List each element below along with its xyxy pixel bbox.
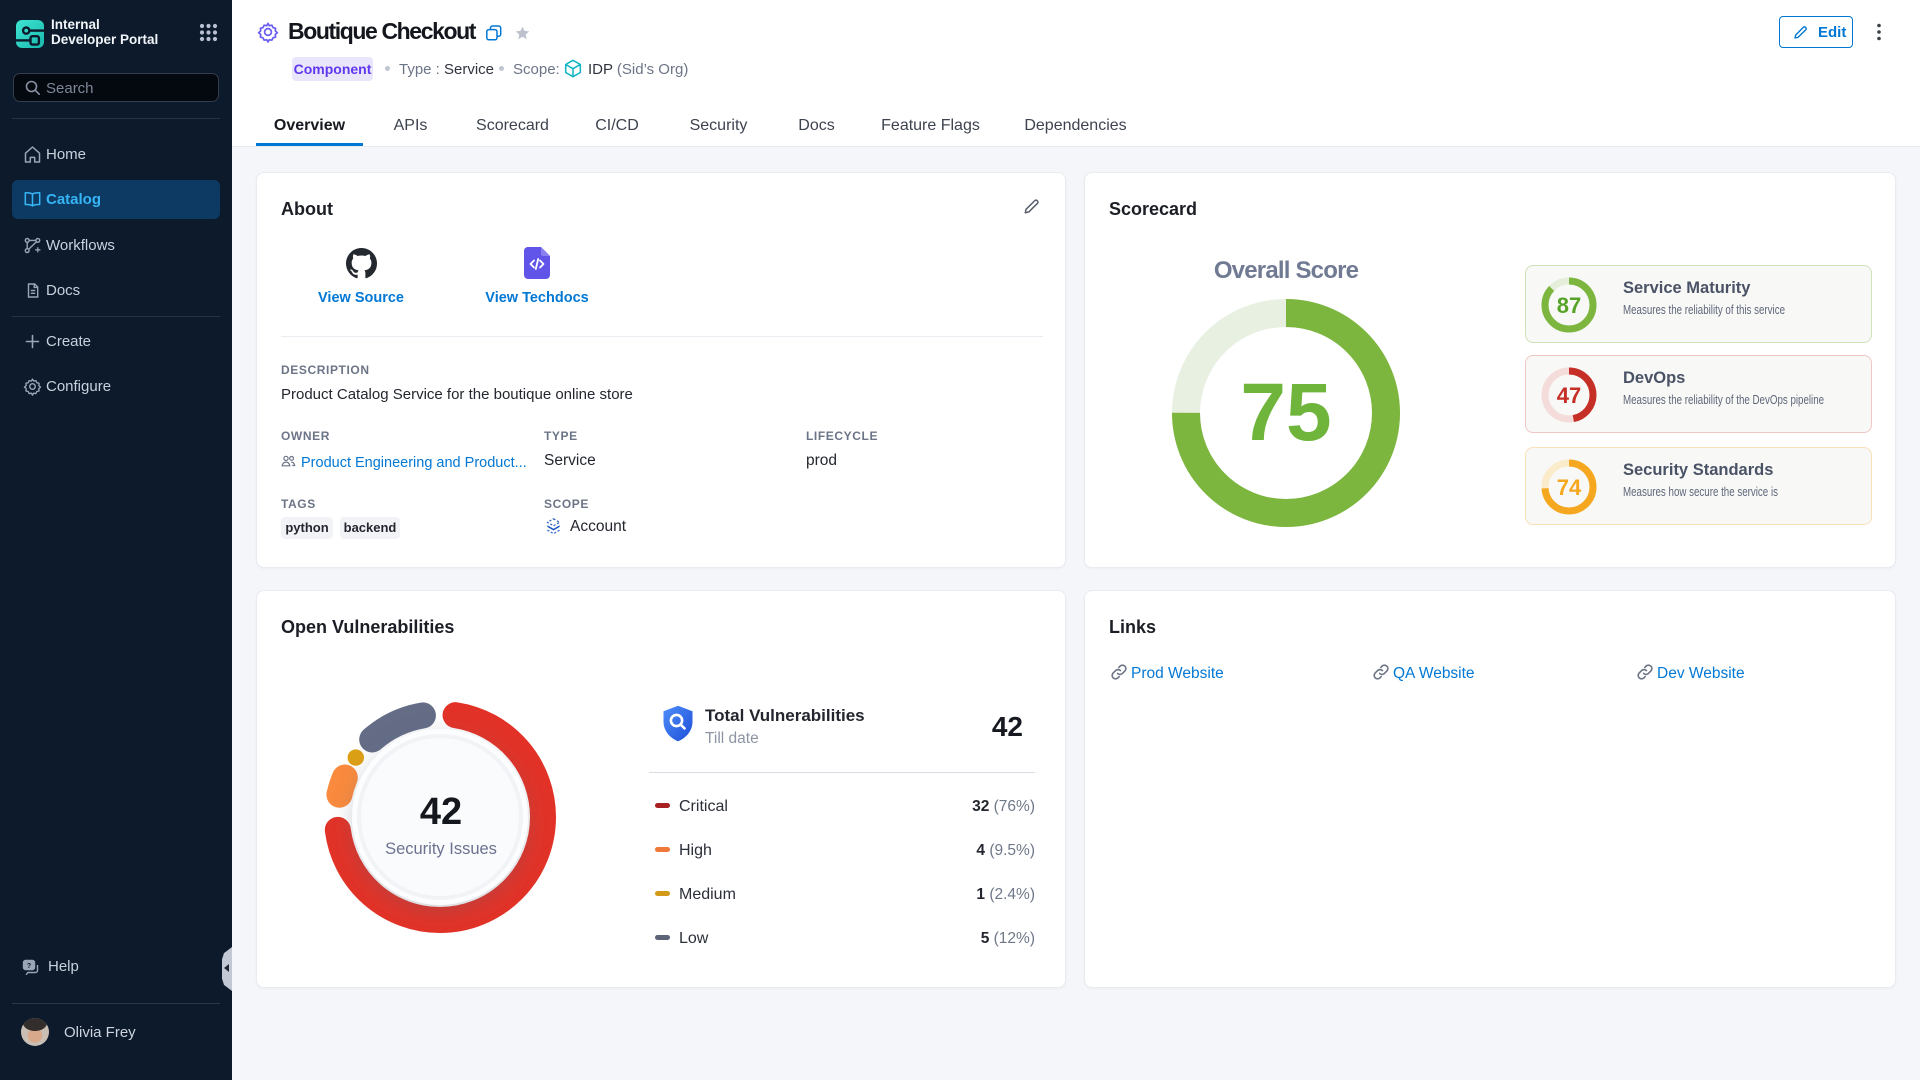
svg-text:74: 74 [1557, 475, 1582, 500]
svg-text:75: 75 [1240, 367, 1331, 458]
svg-text:?: ? [27, 963, 31, 970]
svg-text:Security Issues: Security Issues [385, 840, 497, 858]
svg-text:87: 87 [1557, 293, 1581, 318]
svg-text:47: 47 [1557, 383, 1581, 408]
svg-text:42: 42 [420, 791, 462, 833]
